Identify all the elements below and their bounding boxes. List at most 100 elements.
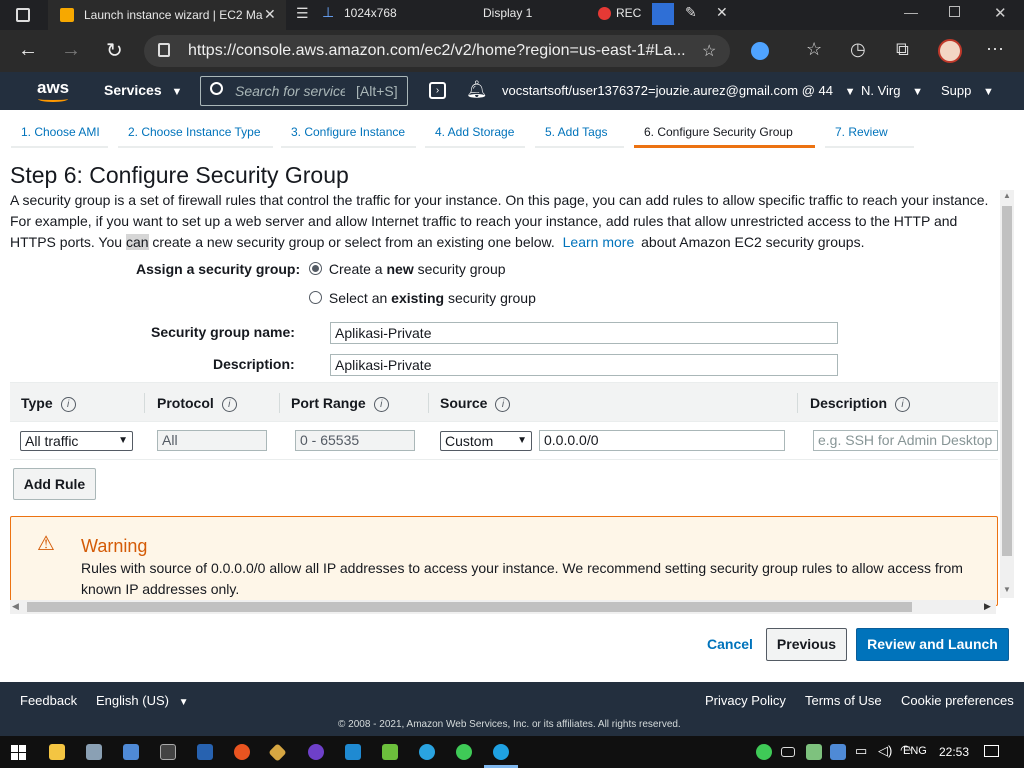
feedback-link[interactable]: Feedback [20, 693, 77, 708]
browser-tab[interactable]: Launch instance wizard | EC2 Ma ✕ [48, 0, 286, 30]
pin-icon[interactable]: ⊥ [322, 4, 334, 21]
address-field[interactable]: https://console.aws.amazon.com/ec2/v2/ho… [144, 35, 730, 67]
minimize-icon[interactable]: — [904, 4, 918, 20]
source-type-value: Custom [445, 433, 494, 449]
vertical-scroll-thumb[interactable] [1002, 206, 1012, 556]
telegram-icon[interactable] [419, 744, 435, 760]
type-select[interactable]: All traffic ▼ [20, 431, 133, 451]
service-search[interactable]: Search for service [Alt+S] [200, 76, 408, 106]
powershell-icon[interactable] [197, 744, 213, 760]
support-menu[interactable]: Supp ▼ [941, 83, 994, 98]
pen-icon[interactable]: ✎ [685, 4, 697, 21]
file-explorer-icon[interactable] [49, 744, 65, 760]
step-add-tags[interactable]: 5. Add Tags [535, 120, 624, 148]
record-icon[interactable] [598, 7, 611, 20]
horizontal-scroll-thumb[interactable] [27, 602, 912, 612]
cloudshell-icon[interactable]: › [429, 82, 446, 99]
recorder-menu-icon[interactable]: ☰ [296, 5, 309, 22]
extension-icon[interactable] [751, 42, 769, 60]
scroll-right-icon[interactable]: ▶ [984, 601, 991, 612]
url-text[interactable]: https://console.aws.amazon.com/ec2/v2/ho… [188, 42, 686, 60]
ubuntu-icon[interactable] [234, 744, 250, 760]
info-icon[interactable]: i [221, 397, 237, 412]
tray-language[interactable]: ENG [903, 745, 927, 757]
scroll-left-icon[interactable]: ◀ [12, 601, 19, 612]
back-icon[interactable]: ← [18, 39, 38, 62]
edge-browser-icon[interactable] [493, 744, 509, 760]
history-icon[interactable]: ◷ [850, 39, 866, 60]
collections-icon[interactable]: ⧉ [896, 39, 909, 60]
source-type-select[interactable]: Custom ▼ [440, 431, 532, 451]
radio-select-existing[interactable]: Select an existing security group [309, 290, 536, 306]
tray-clock[interactable]: 22:53 [939, 745, 969, 759]
step-choose-instance-type[interactable]: 2. Choose Instance Type [118, 120, 273, 148]
github-icon[interactable] [308, 744, 324, 760]
more-menu-icon[interactable]: ⋯ [986, 39, 1004, 60]
lock-icon[interactable] [158, 43, 170, 57]
region-menu[interactable]: N. Virg ▼ [861, 83, 923, 98]
reload-icon[interactable]: ↻ [106, 38, 123, 63]
info-icon[interactable]: i [895, 397, 911, 412]
tray-app-icon[interactable] [830, 744, 846, 760]
whatsapp-icon[interactable] [456, 744, 472, 760]
vscode-icon[interactable] [345, 744, 361, 760]
remote-desktop-icon[interactable] [123, 744, 139, 760]
camera-icon[interactable] [652, 3, 674, 25]
terms-link[interactable]: Terms of Use [805, 693, 882, 708]
services-menu[interactable]: Services ▼ [104, 82, 182, 98]
terminal-icon[interactable] [160, 744, 176, 760]
desc-line-3d: about Amazon EC2 security groups. [641, 234, 865, 250]
info-icon[interactable]: i [495, 397, 511, 412]
step-configure-instance[interactable]: 3. Configure Instance [281, 120, 416, 148]
previous-button[interactable]: Previous [766, 628, 847, 661]
node-icon[interactable] [382, 744, 398, 760]
favorite-star-icon[interactable]: ☆ [702, 41, 716, 61]
vertical-scrollbar[interactable]: ▲ ▼ [1000, 190, 1014, 598]
window-close-icon[interactable]: ✕ [994, 4, 1007, 22]
radio-select-icon[interactable] [309, 291, 322, 304]
windows-start-icon[interactable] [11, 745, 26, 760]
scroll-down-icon[interactable]: ▼ [1003, 585, 1011, 594]
source-cidr-field[interactable]: 0.0.0.0/0 [539, 430, 785, 451]
language-menu[interactable]: English (US) ▼ [96, 693, 189, 708]
recorder-display[interactable]: Display 1 [483, 6, 532, 20]
radio-create-icon[interactable] [309, 262, 322, 275]
step-configure-security-group[interactable]: 6. Configure Security Group [634, 120, 815, 148]
tray-green-icon[interactable] [756, 744, 772, 760]
notifications-bell-icon[interactable]: 🔔︎ [466, 80, 488, 100]
sg-name-field[interactable]: Aplikasi-Private [330, 322, 838, 344]
tray-battery-icon[interactable] [781, 747, 795, 757]
step-choose-ami[interactable]: 1. Choose AMI [11, 120, 108, 148]
cancel-button[interactable]: Cancel [707, 636, 753, 652]
info-icon[interactable]: i [373, 397, 389, 412]
restore-icon[interactable] [949, 6, 960, 17]
network-app-icon[interactable] [86, 744, 102, 760]
recorder-close-icon[interactable]: ✕ [716, 4, 728, 21]
tab-close-icon[interactable]: ✕ [264, 6, 276, 23]
privacy-link[interactable]: Privacy Policy [705, 693, 786, 708]
favorites-icon[interactable]: ☆ [806, 39, 822, 60]
scroll-up-icon[interactable]: ▲ [1003, 191, 1011, 200]
radio-create-new[interactable]: Create a new security group [309, 261, 506, 277]
rule-description-field[interactable]: e.g. SSH for Admin Desktop [813, 430, 998, 451]
notifications-icon[interactable] [984, 745, 999, 757]
account-menu[interactable]: vocstartsoft/user1376372=jouzie.aurez@gm… [502, 83, 856, 98]
review-and-launch-button[interactable]: Review and Launch [856, 628, 1009, 661]
learn-more-link[interactable]: Learn more [563, 234, 635, 250]
horizontal-scrollbar[interactable]: ◀ ▶ [10, 600, 996, 614]
description-field[interactable]: Aplikasi-Private [330, 354, 838, 376]
step-review[interactable]: 7. Review [825, 120, 914, 148]
git-icon[interactable] [268, 743, 287, 762]
info-icon[interactable]: i [60, 397, 76, 412]
aws-logo[interactable]: aws [37, 78, 69, 98]
tray-network-icon[interactable]: ▭ [855, 743, 867, 759]
search-input[interactable]: Search for service [235, 83, 345, 99]
add-rule-button[interactable]: Add Rule [13, 468, 96, 500]
forward-icon[interactable]: → [61, 39, 81, 62]
tray-app-icon[interactable] [806, 744, 822, 760]
step-add-storage[interactable]: 4. Add Storage [425, 120, 525, 148]
cookie-link[interactable]: Cookie preferences [901, 693, 1014, 708]
profile-avatar[interactable] [938, 39, 962, 63]
browser-menu-icon[interactable] [16, 8, 30, 22]
tray-volume-icon[interactable]: ◁) [878, 743, 892, 759]
